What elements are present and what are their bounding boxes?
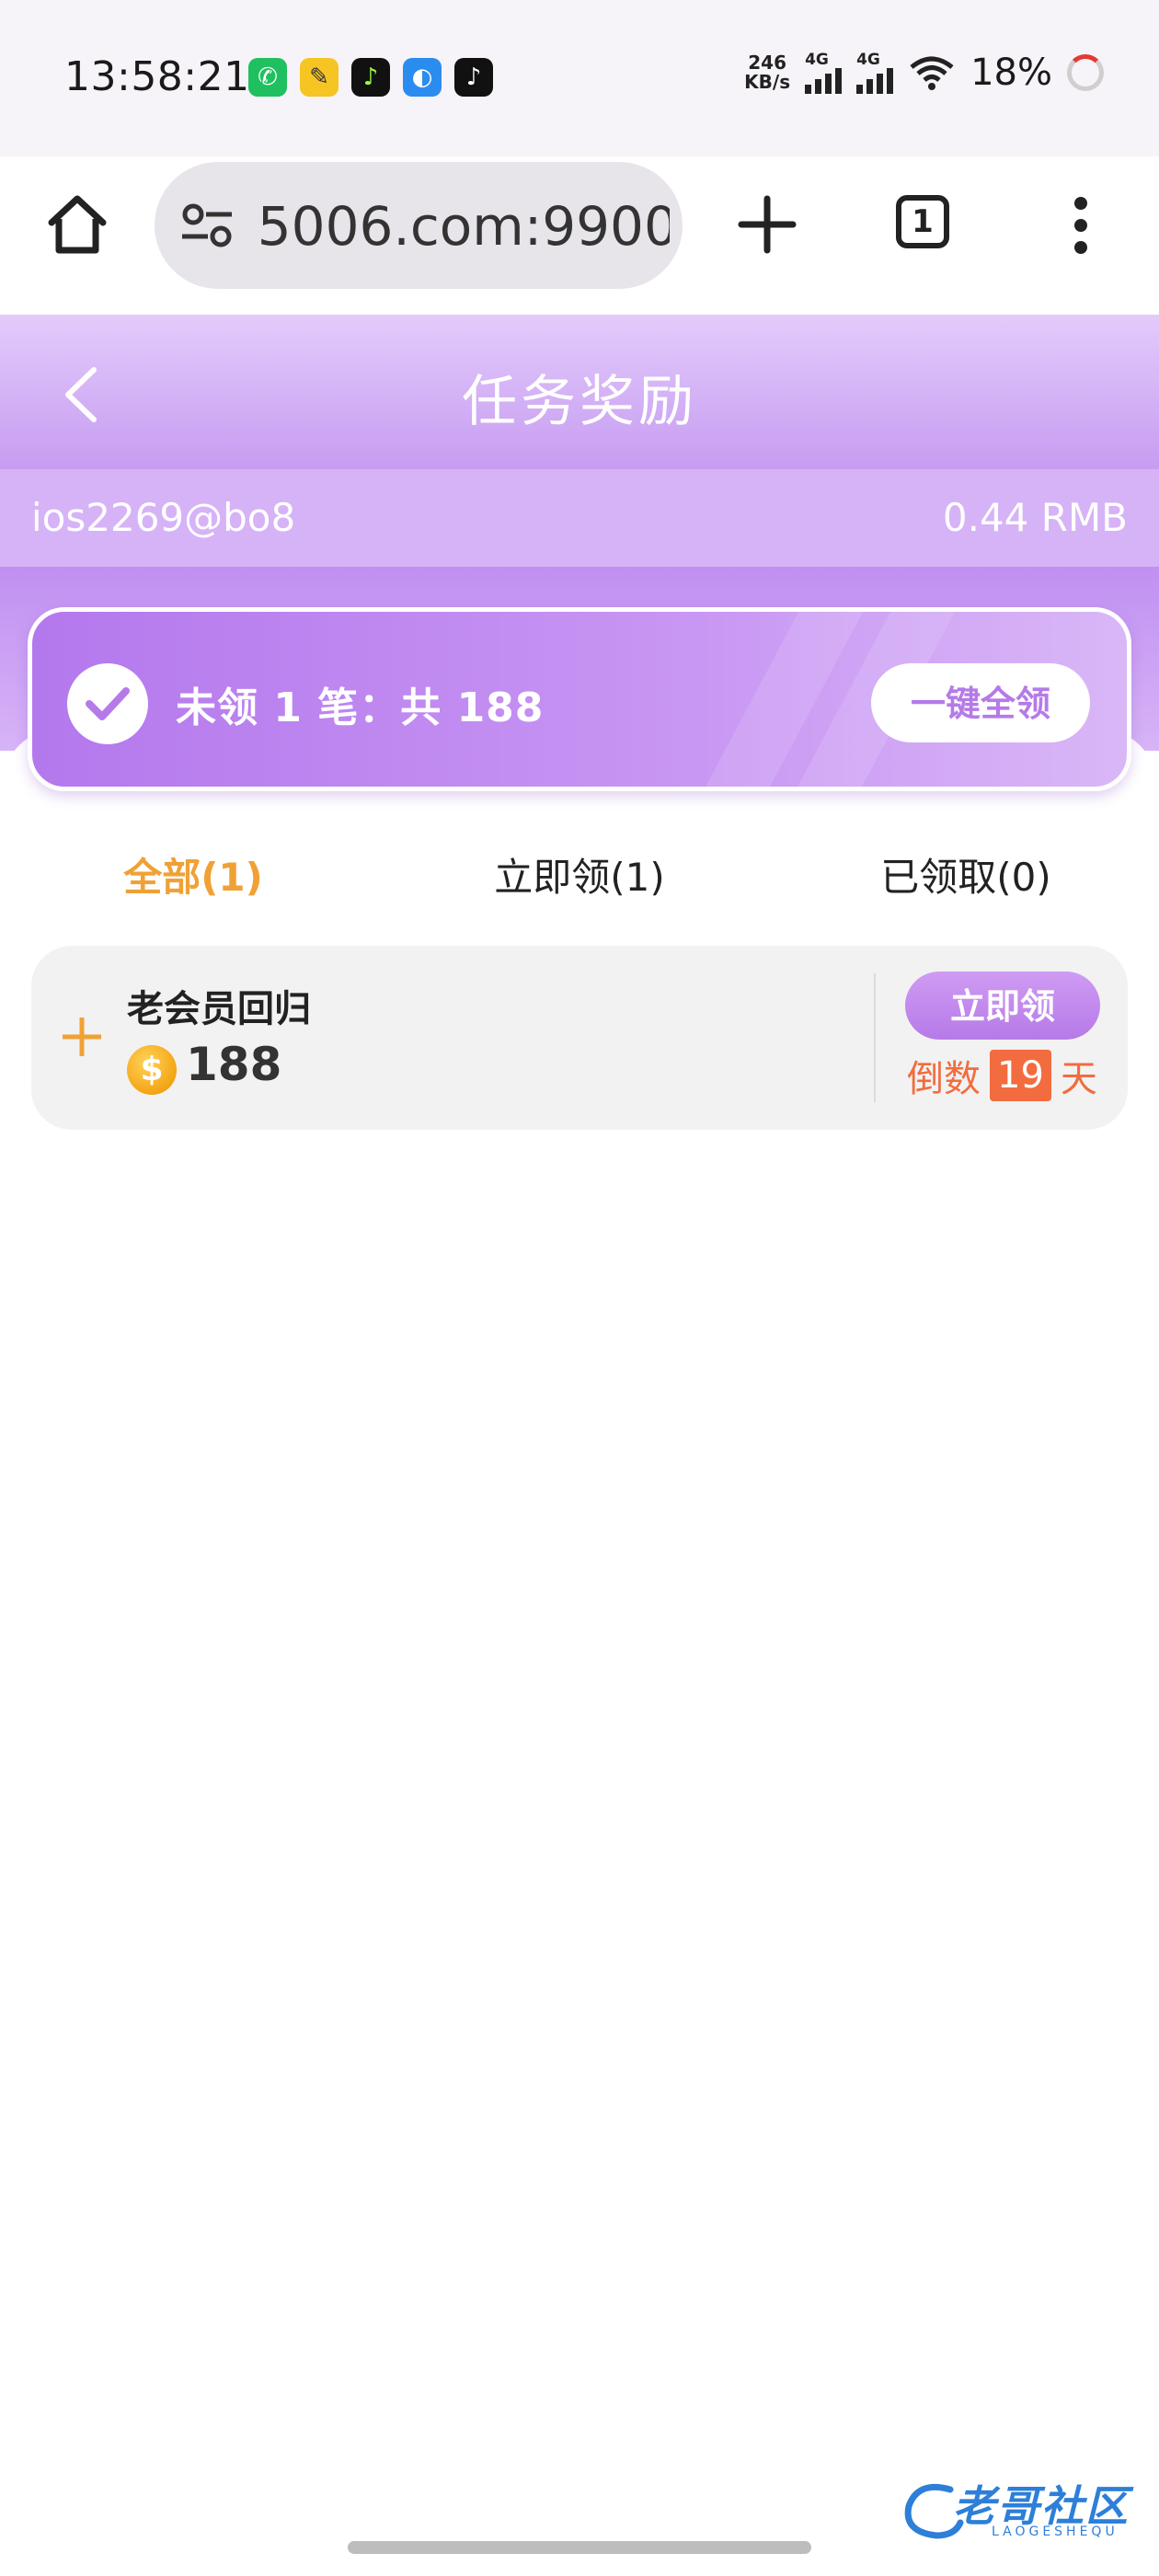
coin-icon: $ [127, 1045, 177, 1095]
status-bar: 13:58:21 ✆ ✎ ♪ ◐ ♪ 246 KB/s 4G 4G 18% [0, 0, 1159, 156]
more-menu-icon[interactable] [1071, 197, 1091, 254]
wechat-icon: ✆ [248, 58, 287, 97]
network-speed-unit: KB/s [744, 71, 791, 93]
notification-icons: ✆ ✎ ♪ ◐ ♪ [248, 58, 493, 97]
site-settings-icon[interactable] [180, 202, 234, 248]
countdown: 倒数 19 天 [907, 1049, 1097, 1102]
username: ios2269@bo8 [31, 495, 296, 540]
countdown-days: 19 [990, 1050, 1051, 1101]
countdown-suffix: 天 [1060, 1058, 1097, 1100]
network-speed: 246 KB/s [744, 53, 790, 92]
account-bar: ios2269@bo8 0.44 RMB [0, 469, 1159, 567]
tab-claimed[interactable]: 已领取(0) [773, 846, 1159, 903]
battery-ring-icon [1067, 54, 1104, 91]
watermark-subtext: LAOGESHEQU [992, 2524, 1119, 2539]
tab-claimable[interactable]: 立即领(1) [386, 846, 773, 903]
page-header: 任务奖励 [0, 315, 1159, 469]
home-indicator[interactable] [348, 2541, 811, 2554]
music-app-icon: ♪ [351, 58, 390, 97]
new-tab-icon[interactable] [736, 193, 798, 256]
wifi-icon [910, 56, 954, 90]
reward-name: 老会员回归 [127, 988, 311, 1030]
unclaimed-summary-text: 未领 1 笔：共 188 [176, 684, 545, 731]
signal-icon: 4G [805, 50, 843, 94]
reward-list-item: 老会员回归 $ 188 立即领 倒数 19 天 [31, 946, 1128, 1130]
address-bar[interactable]: 5006.com:9900 [155, 162, 683, 289]
battery-level: 18% [970, 52, 1052, 94]
page-title: 任务奖励 [462, 370, 697, 434]
tab-all[interactable]: 全部(1) [0, 846, 386, 903]
reward-amount: 188 [186, 1038, 282, 1091]
tab-switcher-button[interactable]: 1 [896, 195, 949, 248]
check-icon [67, 663, 148, 744]
countdown-prefix: 倒数 [907, 1058, 981, 1100]
home-icon[interactable] [44, 191, 110, 258]
tiktok-icon: ♪ [454, 58, 493, 97]
claim-now-button[interactable]: 立即领 [905, 972, 1100, 1040]
signal-label: 4G [856, 50, 880, 69]
signal-icon: 4G [856, 50, 894, 94]
signal-label: 4G [805, 50, 829, 69]
network-speed-value: 246 [748, 52, 786, 74]
claim-all-button[interactable]: 一键全领 [871, 663, 1090, 742]
status-time: 13:58:21 [64, 53, 250, 100]
browser-app-icon: ◐ [403, 58, 442, 97]
account-balance: 0.44 RMB [942, 495, 1128, 540]
divider [874, 973, 876, 1102]
watermark-logo: 老哥社区 LAOGESHEQU [900, 2471, 1141, 2545]
unclaimed-summary-card: 未领 1 笔：共 188 一键全领 [28, 607, 1131, 791]
status-right: 246 KB/s 4G 4G 18% [744, 52, 1104, 94]
url-text[interactable]: 5006.com:9900 [252, 195, 670, 258]
expand-plus-icon[interactable] [59, 1014, 105, 1060]
folder-app-icon: ✎ [300, 58, 339, 97]
